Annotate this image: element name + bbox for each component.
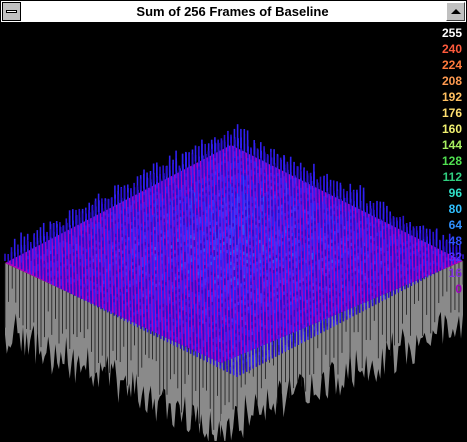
legend-value: 80 xyxy=(448,202,462,216)
maximize-button[interactable] xyxy=(446,2,465,21)
legend-value: 96 xyxy=(448,186,462,200)
legend-value: 48 xyxy=(448,234,462,248)
legend-value: 112 xyxy=(442,170,462,184)
legend-value: 32 xyxy=(448,250,462,264)
legend-value: 128 xyxy=(441,154,462,168)
legend-value: 192 xyxy=(441,90,462,104)
app-window: Sum of 256 Frames of Baseline 255 240 224 2… xyxy=(0,0,467,442)
legend-value: 16 xyxy=(448,266,462,280)
surface-plot-canvas xyxy=(4,124,464,441)
legend-value: 144 xyxy=(441,138,462,152)
title-bar[interactable]: Sum of 256 Frames of Baseline xyxy=(1,1,466,23)
legend-value: 160 xyxy=(441,122,462,136)
legend-value: 240 xyxy=(441,42,462,56)
legend-value: 64 xyxy=(448,218,462,232)
system-menu-button[interactable] xyxy=(2,2,21,21)
maximize-icon xyxy=(451,9,461,14)
surface-plot: 255 240 224 208 192 176 160 144 128 112 96 80 64 48 32… xyxy=(1,23,466,441)
system-menu-icon xyxy=(6,10,17,13)
legend-value: 208 xyxy=(441,74,462,88)
legend-value: 0 xyxy=(455,282,462,296)
legend-value: 255 xyxy=(441,26,462,40)
legend-value: 176 xyxy=(441,106,462,120)
color-scale-legend: 255 240 224 208 192 176 160 144 128 112 96 80 64 48 32… xyxy=(432,25,462,297)
legend-value: 224 xyxy=(441,58,462,72)
window-title: Sum of 256 Frames of Baseline xyxy=(136,4,329,19)
